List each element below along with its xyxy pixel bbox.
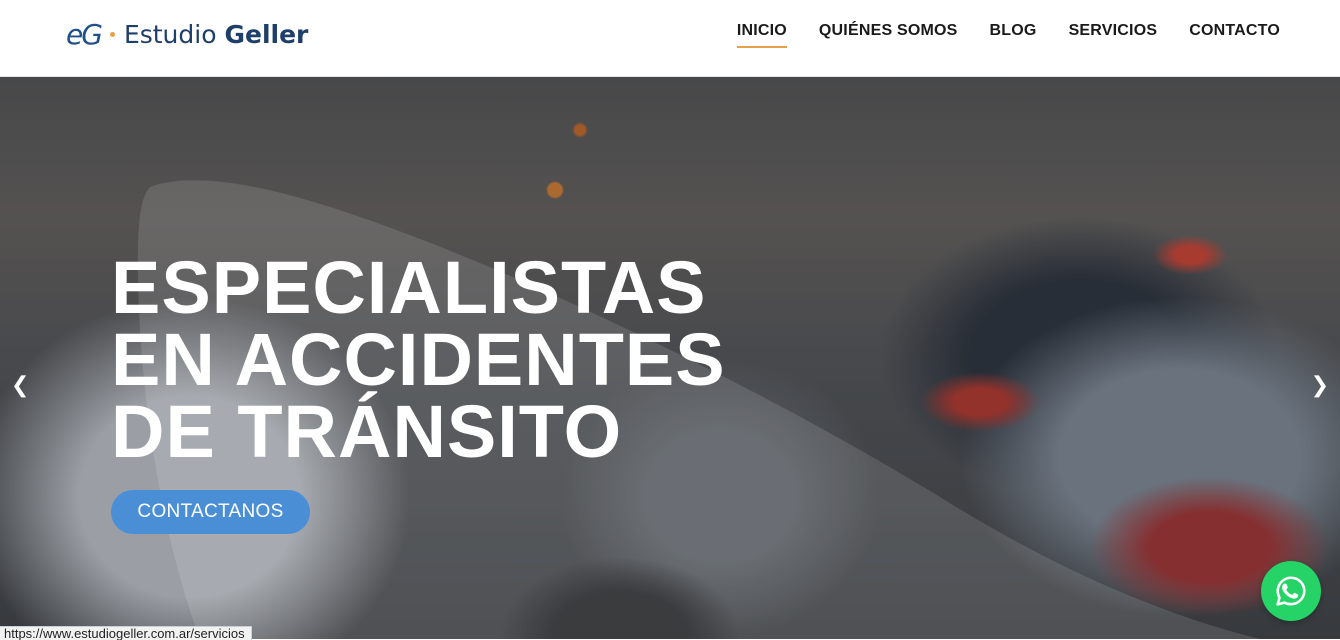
hero-slider: ESPECIALISTAS EN ACCIDENTES DE TRÁNSITO … (0, 77, 1340, 639)
logo-separator-dot (109, 31, 115, 37)
nav-item-blog[interactable]: BLOG (990, 18, 1037, 48)
whatsapp-icon (1276, 576, 1306, 606)
main-nav: INICIO QUIÉNES SOMOS BLOG SERVICIOS CONT… (736, 18, 1280, 48)
logo-name-bold: Geller (224, 19, 309, 49)
site-logo[interactable]: eG Estudio Geller (66, 16, 308, 52)
browser-status-url: https://www.estudiogeller.com.ar/servici… (0, 626, 252, 640)
contact-cta-button[interactable]: CONTACTANOS (111, 490, 310, 534)
nav-item-contacto[interactable]: CONTACTO (1189, 18, 1280, 48)
logo-name-light: Estudio (123, 19, 217, 49)
logo-wordmark: Estudio Geller (124, 20, 308, 49)
hero-headline: ESPECIALISTAS EN ACCIDENTES DE TRÁNSITO (111, 246, 726, 473)
nav-item-inicio[interactable]: INICIO (736, 18, 787, 48)
logo-mark: eG (66, 17, 103, 51)
site-header: eG Estudio Geller INICIO QUIÉNES SOMOS B… (0, 0, 1340, 77)
chevron-right-icon[interactable]: ❯ (1311, 375, 1329, 397)
nav-item-servicios[interactable]: SERVICIOS (1069, 18, 1158, 48)
nav-item-quienes-somos[interactable]: QUIÉNES SOMOS (819, 18, 958, 48)
chevron-left-icon[interactable]: ❮ (11, 375, 29, 397)
whatsapp-button[interactable] (1261, 561, 1321, 621)
